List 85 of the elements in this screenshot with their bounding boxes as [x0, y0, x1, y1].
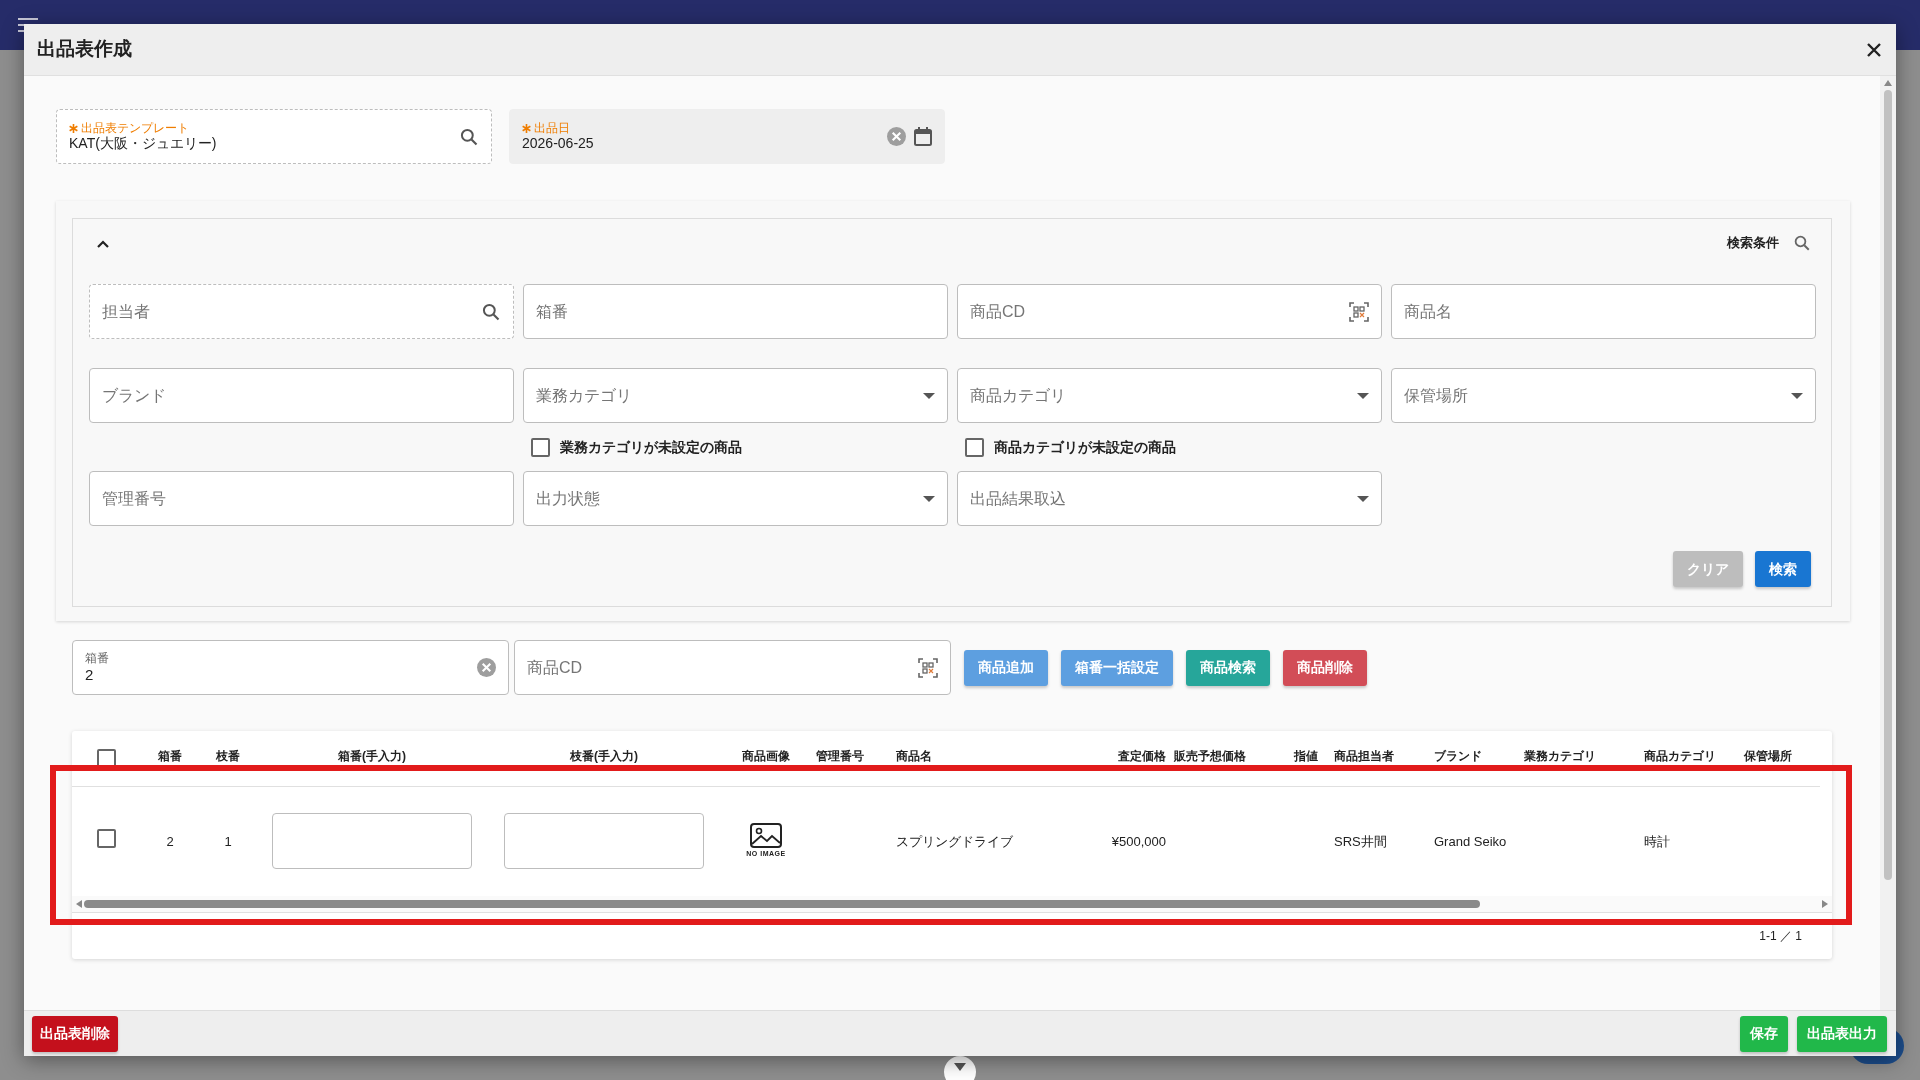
input-field[interactable]: 箱番 2 — [72, 640, 509, 695]
column-header: 枝番 — [216, 749, 240, 763]
column-header: 商品カテゴリ — [1644, 749, 1716, 763]
field-label: 出品日 — [534, 120, 570, 136]
column-header: 管理番号 — [816, 749, 864, 763]
dropdown-field[interactable]: 業務カテゴリ — [523, 368, 948, 423]
column-header: 商品名 — [896, 749, 932, 763]
template-field[interactable]: 出品表テンプレート KAT(大阪・ジュエリー) — [56, 109, 492, 164]
search-icon[interactable] — [1793, 234, 1811, 252]
table-cell: スプリングドライブ — [896, 833, 1013, 849]
scroll-up-icon[interactable] — [1884, 80, 1892, 86]
panel-title: 検索条件 — [1727, 234, 1779, 253]
footer-button[interactable]: 出品表出力 — [1797, 1015, 1887, 1052]
clear-icon[interactable] — [887, 127, 906, 146]
column-header: 指値 — [1294, 749, 1318, 763]
required-icon — [522, 123, 531, 133]
expand-button[interactable] — [944, 1056, 976, 1080]
input-field[interactable]: 箱番 — [523, 284, 948, 339]
table-cell: SRS井間 — [1334, 833, 1387, 849]
caret-down-icon[interactable] — [1357, 392, 1369, 399]
action-button[interactable]: 商品検索 — [1186, 649, 1270, 686]
field-value: KAT(大阪・ジュエリー) — [69, 135, 218, 153]
code-field[interactable]: 商品CD — [957, 284, 1382, 339]
table-cell: 時計 — [1644, 833, 1670, 849]
checkbox-label: 商品カテゴリが未設定の商品 — [994, 437, 1176, 457]
field-label: 出品表テンプレート — [81, 120, 189, 136]
column-header: 査定価格 — [1118, 749, 1166, 763]
checkbox[interactable] — [531, 437, 550, 457]
qr-scan-icon[interactable] — [918, 657, 938, 678]
column-header: 枝番(手入力) — [570, 749, 638, 763]
qr-scan-icon[interactable] — [1349, 301, 1369, 322]
required-icon — [69, 123, 78, 133]
column-header: ブランド — [1434, 749, 1482, 763]
caret-down-icon — [953, 1062, 967, 1072]
search-icon[interactable] — [459, 126, 479, 147]
input-field[interactable]: ブランド — [89, 368, 514, 423]
row-checkbox[interactable] — [96, 829, 116, 848]
panel-button[interactable]: 検索 — [1755, 551, 1811, 587]
table-cell: 1 — [224, 833, 232, 849]
column-header: 箱番 — [158, 749, 182, 763]
table-cell: 2 — [166, 833, 174, 849]
close-icon[interactable] — [1866, 41, 1882, 58]
input-field[interactable] — [272, 813, 472, 870]
table-cell: ¥500,000 — [1111, 833, 1166, 849]
input-field[interactable]: 管理番号 — [89, 471, 514, 526]
dialog-title: 出品表作成 — [37, 37, 132, 62]
column-header: 商品担当者 — [1334, 749, 1394, 763]
dropdown-field[interactable]: 出力状態 — [523, 471, 948, 526]
dropdown-field[interactable]: 出品結果取込 — [957, 471, 1382, 526]
column-header: 販売予想価格 — [1174, 749, 1246, 763]
caret-down-icon[interactable] — [923, 392, 935, 399]
field-label: 箱番 — [85, 651, 110, 666]
dropdown-field[interactable]: 商品カテゴリ — [957, 368, 1382, 423]
action-button[interactable]: 箱番一括設定 — [1061, 649, 1173, 686]
column-header: 保管場所 — [1744, 749, 1792, 763]
action-button[interactable]: 商品削除 — [1283, 649, 1367, 686]
footer-button[interactable]: 保存 — [1740, 1015, 1788, 1052]
code-field[interactable]: 商品CD — [514, 640, 951, 695]
caret-down-icon[interactable] — [1791, 392, 1803, 399]
delete-button[interactable]: 出品表削除 — [32, 1015, 118, 1052]
caret-down-icon[interactable] — [1357, 495, 1369, 502]
checkbox[interactable] — [965, 437, 984, 457]
calendar-icon[interactable] — [914, 127, 932, 146]
staff-field[interactable]: 担当者 — [89, 284, 514, 339]
table-cell: Grand Seiko — [1434, 833, 1507, 849]
search-icon[interactable] — [481, 301, 501, 322]
horizontal-scrollbar[interactable] — [72, 896, 1832, 913]
dropdown-field[interactable]: 保管場所 — [1391, 368, 1816, 423]
chevron-up-icon[interactable] — [97, 239, 109, 248]
action-button[interactable]: 商品追加 — [964, 649, 1048, 686]
column-header: 箱番(手入力) — [338, 749, 406, 763]
column-header: 業務カテゴリ — [1524, 749, 1596, 763]
field-value: 2 — [85, 665, 95, 684]
scroll-left-icon[interactable] — [76, 900, 82, 908]
checkbox-label: 業務カテゴリが未設定の商品 — [560, 437, 742, 457]
pagination-text: 1-1 ／ 1 — [1759, 928, 1802, 945]
column-header: 商品画像 — [742, 749, 790, 763]
scroll-right-icon[interactable] — [1822, 900, 1828, 908]
field-value: 2026-06-25 — [522, 135, 595, 153]
input-field[interactable]: 商品名 — [1391, 284, 1816, 339]
caret-down-icon[interactable] — [923, 495, 935, 502]
date-field[interactable]: 出品日 2026-06-25 — [509, 109, 945, 164]
clear-icon[interactable] — [477, 658, 496, 677]
input-field[interactable] — [504, 813, 704, 870]
vertical-scrollbar[interactable] — [1880, 76, 1896, 1010]
